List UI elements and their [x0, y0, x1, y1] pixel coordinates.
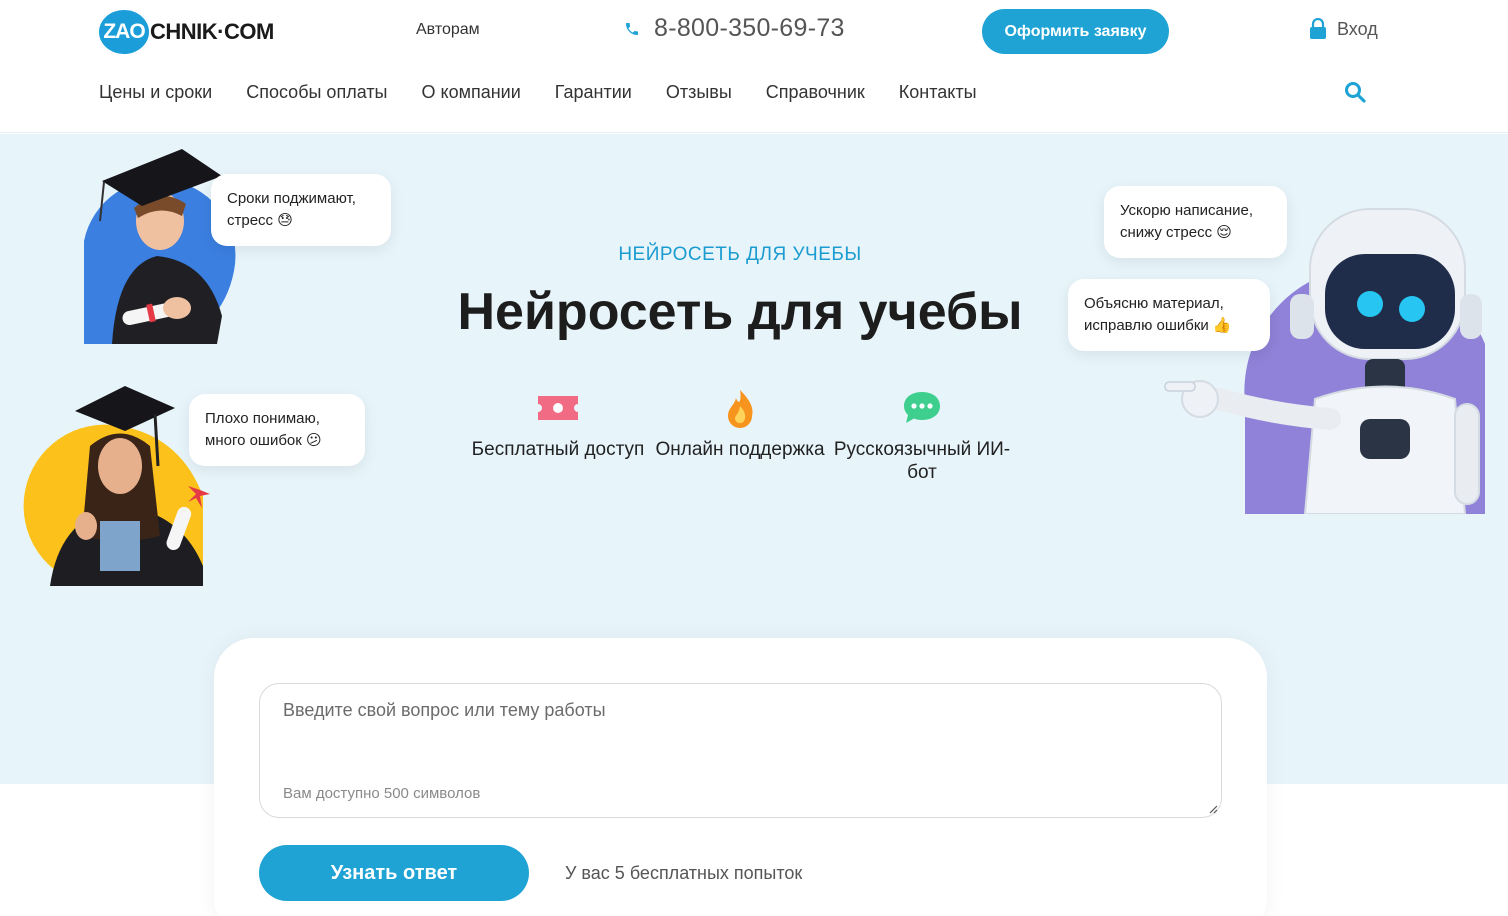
- nav-item-reference[interactable]: Справочник: [766, 82, 865, 103]
- feature-online-support-label: Онлайн поддержка: [655, 439, 825, 460]
- feature-free-access-label: Бесплатный доступ: [471, 439, 645, 460]
- nav-item-guarantees[interactable]: Гарантии: [555, 82, 632, 103]
- feature-russian-bot: Русскоязычный ИИ-бот: [827, 388, 1017, 484]
- feature-russian-bot-label: Русскоязычный ИИ-бот: [833, 439, 1011, 483]
- phone-link[interactable]: 8-800-350-69-73: [624, 14, 845, 43]
- login-link[interactable]: Вход: [1309, 18, 1378, 40]
- feature-online-support: Онлайн поддержка: [645, 388, 835, 461]
- logo-badge: ZAO: [99, 10, 149, 54]
- question-textarea[interactable]: Введите свой вопрос или тему работы Вам …: [259, 683, 1222, 818]
- nav-item-payment[interactable]: Способы оплаты: [246, 82, 387, 103]
- search-icon[interactable]: [1344, 81, 1366, 103]
- fire-icon: [728, 390, 753, 428]
- resize-handle-icon[interactable]: [1208, 804, 1218, 814]
- logo-text: CHNIK·COM: [150, 19, 274, 44]
- authors-link[interactable]: Авторам: [416, 21, 480, 39]
- chars-available-hint: Вам доступно 500 символов: [283, 785, 481, 802]
- speech-bubble-male-text: Сроки поджимают, стресс 😓: [227, 190, 356, 229]
- question-placeholder: Введите свой вопрос или тему работы: [283, 700, 606, 720]
- speech-bubble-female-text: Плохо понимаю, много ошибок 😕: [205, 410, 322, 449]
- logo[interactable]: ZAO CHNIK·COM: [99, 10, 274, 54]
- free-attempts-text: У вас 5 бесплатных попыток: [565, 863, 803, 883]
- speech-bubble-robot-top-text: Ускорю написание, снижу стресс 😌: [1120, 202, 1254, 241]
- phone-icon: [626, 22, 638, 35]
- login-label: Вход: [1337, 18, 1378, 39]
- nav-item-about[interactable]: О компании: [422, 82, 521, 103]
- question-form-card: Введите свой вопрос или тему работы Вам …: [214, 638, 1267, 916]
- phone-number: 8-800-350-69-73: [654, 14, 845, 42]
- nav-item-prices[interactable]: Цены и сроки: [99, 82, 212, 103]
- nav-item-contacts[interactable]: Контакты: [899, 82, 977, 103]
- feature-free-access: Бесплатный доступ: [463, 388, 653, 461]
- site-header: ZAO CHNIK·COM Авторам 8-800-350-69-73 Оф…: [0, 0, 1508, 133]
- nav-item-reviews[interactable]: Отзывы: [666, 82, 732, 103]
- ticket-icon: [538, 396, 578, 420]
- speech-bubble-robot-bottom: Объясню материал, исправлю ошибки 👍: [1068, 279, 1270, 351]
- order-button[interactable]: Оформить заявку: [982, 9, 1169, 54]
- speech-bubble-female: Плохо понимаю, много ошибок 😕: [189, 394, 365, 466]
- speech-bubble-male: Сроки поджимают, стресс 😓: [211, 174, 391, 246]
- main-nav: Цены и сроки Способы оплаты О компании Г…: [99, 82, 1011, 103]
- lock-icon: [1310, 18, 1326, 39]
- speech-bubble-robot-bottom-text: Объясню материал, исправлю ошибки 👍: [1084, 295, 1232, 334]
- get-answer-button[interactable]: Узнать ответ: [259, 845, 529, 901]
- chat-icon: [904, 392, 940, 423]
- speech-bubble-robot-top: Ускорю написание, снижу стресс 😌: [1104, 186, 1287, 258]
